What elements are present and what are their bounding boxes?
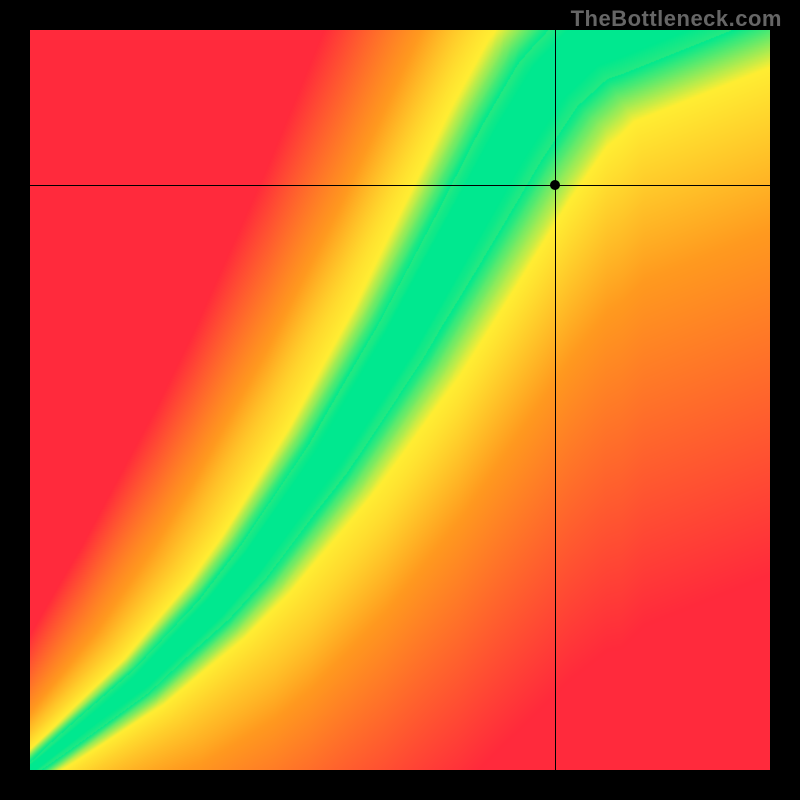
watermark-text: TheBottleneck.com bbox=[571, 6, 782, 32]
crosshair-horizontal bbox=[30, 185, 770, 186]
data-point-marker bbox=[550, 180, 560, 190]
crosshair-vertical bbox=[555, 30, 556, 770]
heatmap-canvas bbox=[30, 30, 770, 770]
chart-container: TheBottleneck.com bbox=[0, 0, 800, 800]
plot-area bbox=[30, 30, 770, 770]
